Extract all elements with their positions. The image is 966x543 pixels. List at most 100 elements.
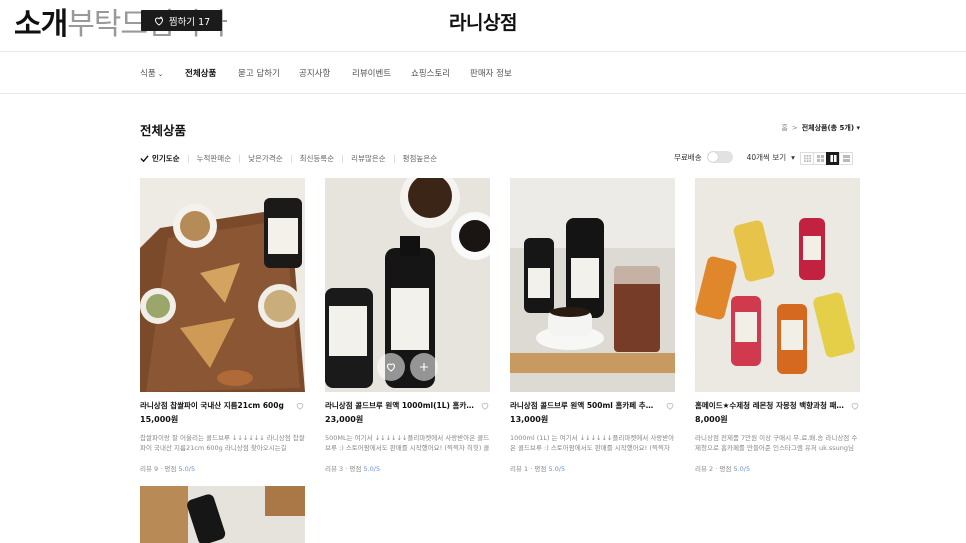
free-shipping-toggle[interactable] — [706, 151, 733, 163]
product-card[interactable] — [140, 486, 305, 543]
rating-value: 5.0/5 — [363, 465, 381, 473]
product-price: 23,000원 — [325, 415, 364, 424]
caret-down-icon: ▾ — [856, 124, 860, 132]
list-icon — [842, 155, 850, 162]
list-controls: 무료배송 40개씩 보기 ▾ — [674, 151, 795, 163]
divider — [239, 154, 241, 163]
product-image-coldbrew-500ml[interactable] — [510, 178, 675, 392]
chevron-down-icon: ⌄ — [157, 70, 164, 78]
product-image-coldbrew-1l[interactable] — [325, 178, 490, 392]
product-card[interactable]: 홈메이드★수제청 레몬청 자몽청 백향과청 패션후르츠청 8,000원 라니상점… — [695, 178, 860, 473]
store-title[interactable]: 라니상점 — [0, 8, 966, 35]
review-label: 리뷰 — [140, 465, 152, 473]
page-title: 전체상품 — [140, 123, 187, 138]
nav-item-review-event[interactable]: 리뷰이벤트 — [352, 67, 391, 79]
sort-newest[interactable]: 최신등록순 — [300, 153, 335, 164]
divider — [342, 154, 344, 163]
review-count: 9 — [154, 465, 159, 473]
product-price: 15,000원 — [140, 415, 179, 424]
rating-value: 5.0/5 — [548, 465, 566, 473]
rating-label: 평점 — [164, 465, 177, 473]
add-to-cart-button[interactable] — [410, 353, 438, 381]
sort-label: 인기도순 — [152, 154, 180, 163]
view-grid-medium-button[interactable] — [813, 152, 827, 165]
sort-low-price[interactable]: 낮은가격순 — [248, 153, 283, 164]
divider — [187, 154, 189, 163]
product-image-syrups[interactable] — [695, 178, 860, 392]
product-name-row: 라니상점 찹쌀파이 국내산 지름21cm 600g — [140, 400, 305, 411]
product-description: 500ML는 여기서 ↓↓↓↓↓↓플리마켓에서 사랑받아온 콜드브루 :) 스토… — [325, 434, 490, 452]
review-count: 1 — [524, 465, 529, 473]
nav-item-food[interactable]: 식품 ⌄ — [140, 67, 164, 79]
main-nav: 식품 ⌄ 전체상품 묻고 답하기 공지사항 리뷰이벤트 쇼핑스토리 판매자 정보 — [0, 53, 966, 94]
heart-icon[interactable] — [665, 401, 675, 411]
product-name[interactable]: 라니상점 콜드브루 원액 1000ml(1L) 홈카페 추천 더치커피 — [325, 400, 475, 411]
nav-item-seller-info[interactable]: 판매자 정보 — [470, 67, 512, 79]
grid-medium-icon — [816, 155, 824, 162]
product-photo — [140, 486, 305, 543]
product-image-partial[interactable] — [140, 486, 305, 543]
rating-label: 평점 — [534, 465, 547, 473]
product-description: 찹쌀파이랑 잘 어울리는 콜드브루 ↓↓↓↓↓↓ 라니상점 찹쌀파이 국내산 지… — [140, 434, 305, 452]
product-description: 라니상점 전제품 7만원 이상 구매시 무.료.배.송 라니상점 수제청으로 홈… — [695, 434, 858, 452]
product-meta: 리뷰 9 · 평점 5.0/5 — [140, 463, 305, 473]
review-label: 리뷰 — [325, 465, 337, 473]
toggle-knob — [707, 152, 718, 162]
product-card[interactable]: 라니상점 콜드브루 원액 1000ml(1L) 홈카페 추천 더치커피 23,0… — [325, 178, 490, 473]
view-list-button[interactable] — [839, 152, 853, 165]
rating-label: 평점 — [349, 465, 362, 473]
free-shipping-label: 무료배송 — [674, 152, 702, 162]
breadcrumb-current-label: 전체상품(총 5개) — [801, 124, 855, 132]
sort-most-reviews[interactable]: 리뷰많은순 — [351, 153, 386, 164]
breadcrumb-separator: > — [791, 124, 798, 132]
per-page-select[interactable]: 40개씩 보기 ▾ — [747, 152, 795, 163]
product-photo — [695, 178, 860, 392]
product-name[interactable]: 홈메이드★수제청 레몬청 자몽청 백향과청 패션후르츠청 — [695, 400, 845, 411]
divider — [393, 154, 395, 163]
product-meta: 리뷰 3 · 평점 5.0/5 — [325, 463, 490, 473]
product-card[interactable]: 라니상점 콜드브루 원액 500ml 홈카페 추천 더치커피 13,000원 1… — [510, 178, 675, 473]
product-card[interactable]: 라니상점 찹쌀파이 국내산 지름21cm 600g 15,000원 찹쌀파이랑 … — [140, 178, 305, 473]
nav-item-notice[interactable]: 공지사항 — [299, 67, 330, 79]
sort-popular[interactable]: 인기도순 — [140, 153, 180, 164]
product-name-row: 라니상점 콜드브루 원액 1000ml(1L) 홈카페 추천 더치커피 — [325, 400, 490, 411]
product-photo — [140, 178, 305, 392]
nav-item-label: 식품 — [140, 69, 156, 79]
grid-small-icon — [803, 155, 811, 162]
rating-value: 5.0/5 — [733, 465, 751, 473]
heart-icon[interactable] — [850, 401, 860, 411]
breadcrumb-home[interactable]: 홈 — [781, 123, 787, 133]
card-hover-actions — [377, 353, 438, 381]
nav-item-shopping-story[interactable]: 쇼핑스토리 — [411, 67, 450, 79]
grid-large-icon — [829, 155, 837, 162]
rating-value: 5.0/5 — [178, 465, 196, 473]
review-count: 2 — [709, 465, 714, 473]
breadcrumb-current[interactable]: 전체상품(총 5개) ▾ — [802, 123, 860, 133]
view-mode-switch — [800, 152, 853, 165]
review-count: 3 — [339, 465, 344, 473]
view-grid-small-button[interactable] — [800, 152, 814, 165]
product-name[interactable]: 라니상점 콜드브루 원액 500ml 홈카페 추천 더치커피 — [510, 400, 660, 411]
heart-icon[interactable] — [295, 401, 305, 411]
plus-icon — [420, 363, 428, 371]
product-image-pie[interactable] — [140, 178, 305, 392]
review-label: 리뷰 — [695, 465, 707, 473]
view-grid-large-button[interactable] — [826, 152, 840, 165]
product-meta: 리뷰 2 · 평점 5.0/5 — [695, 463, 860, 473]
breadcrumb: 홈 > 전체상품(총 5개) ▾ — [781, 123, 860, 133]
rating-label: 평점 — [719, 465, 732, 473]
product-meta: 리뷰 1 · 평점 5.0/5 — [510, 463, 675, 473]
product-name[interactable]: 라니상점 찹쌀파이 국내산 지름21cm 600g — [140, 400, 290, 411]
product-price: 8,000원 — [695, 415, 728, 424]
heart-icon[interactable] — [480, 401, 490, 411]
check-icon — [140, 155, 149, 163]
caret-down-icon: ▾ — [791, 152, 795, 162]
product-price: 13,000원 — [510, 415, 549, 424]
sort-cumulative-sales[interactable]: 누적판매순 — [197, 153, 232, 164]
product-name-row: 라니상점 콜드브루 원액 500ml 홈카페 추천 더치커피 — [510, 400, 675, 411]
wishlist-button[interactable] — [377, 353, 405, 381]
sort-high-rating[interactable]: 평점높은순 — [403, 153, 438, 164]
nav-item-all-products[interactable]: 전체상품 — [185, 67, 216, 79]
nav-item-qna[interactable]: 묻고 답하기 — [238, 67, 280, 79]
product-name-row: 홈메이드★수제청 레몬청 자몽청 백향과청 패션후르츠청 — [695, 400, 860, 411]
